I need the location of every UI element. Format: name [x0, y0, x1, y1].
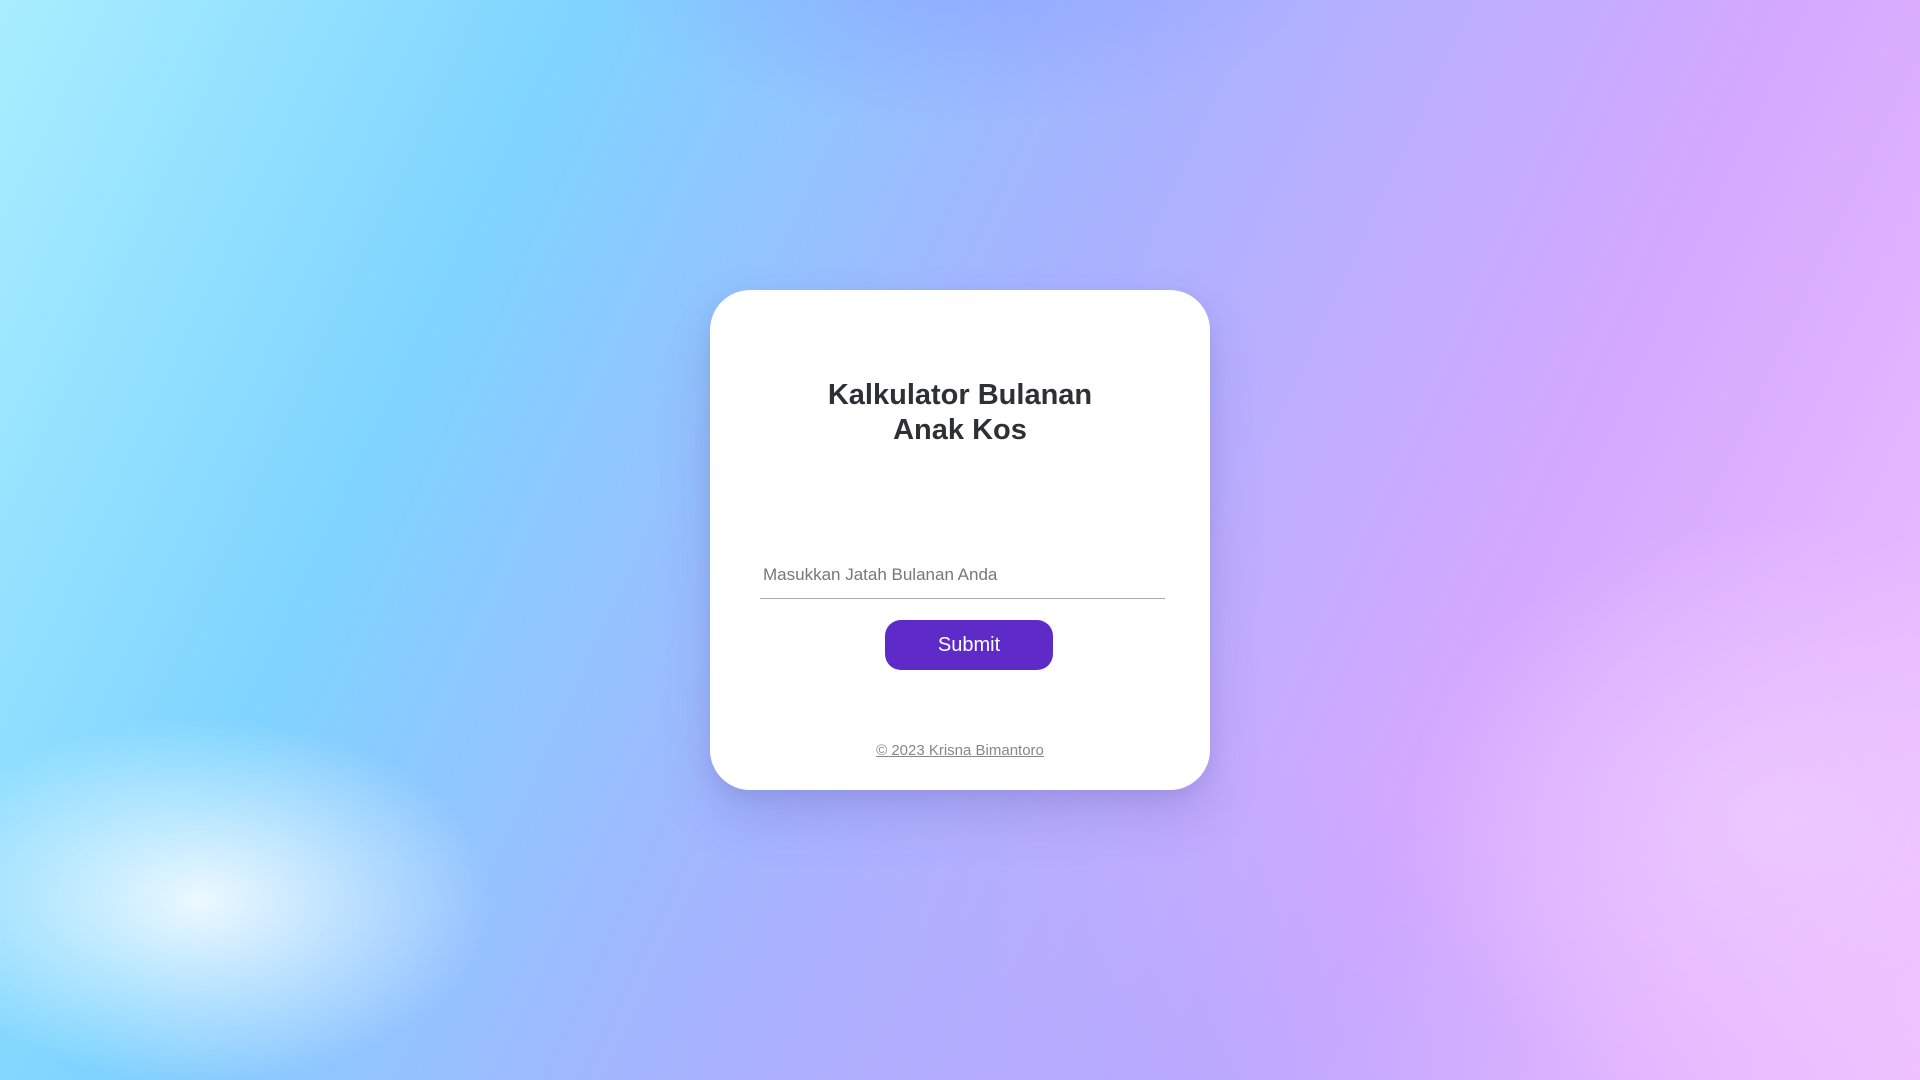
submit-button[interactable]: Submit: [885, 620, 1053, 670]
monthly-allowance-input[interactable]: [760, 552, 1165, 598]
title-line-1: Kalkulator Bulanan: [827, 379, 1093, 411]
copyright-link[interactable]: © 2023 Krisna Bimantoro: [710, 742, 1210, 759]
title-line-2: Anak Kos: [893, 414, 1027, 446]
calculator-card: Kalkulator Bulanan Anak Kos Submit © 202…: [710, 290, 1210, 790]
page-title: Kalkulator Bulanan Anak Kos: [710, 378, 1210, 448]
allowance-input-container: [760, 552, 1165, 599]
